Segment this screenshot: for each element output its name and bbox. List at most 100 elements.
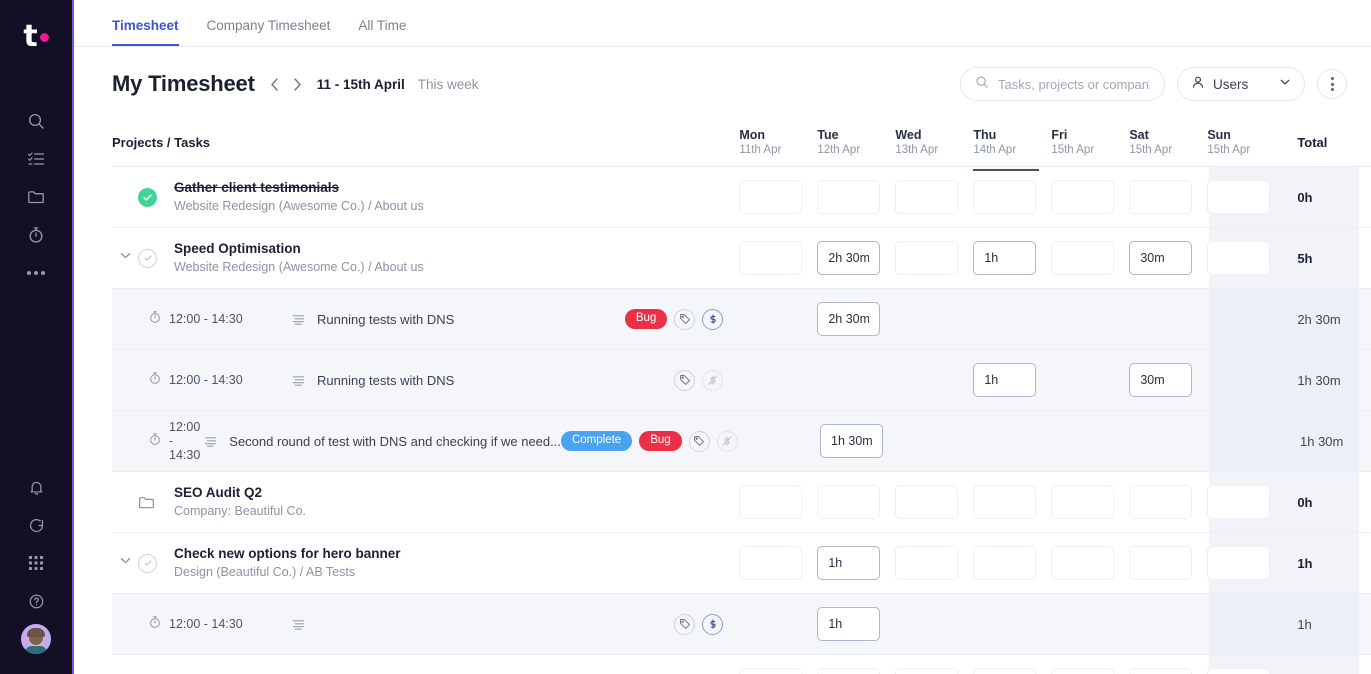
- users-dropdown[interactable]: Users: [1177, 67, 1305, 101]
- time-input[interactable]: [973, 668, 1036, 674]
- time-input[interactable]: [739, 546, 802, 580]
- description-lines-icon[interactable]: [204, 435, 217, 448]
- time-input[interactable]: [895, 241, 958, 275]
- time-input[interactable]: [817, 668, 880, 674]
- table-row[interactable]: Run monthly database clean-up: [112, 655, 1371, 674]
- prev-week-button[interactable]: [269, 77, 280, 92]
- table-row[interactable]: Gather client testimonialsWebsite Redesi…: [112, 167, 1371, 228]
- entry-time-group: 12:00 - 14:30: [148, 310, 288, 329]
- time-input[interactable]: [895, 485, 958, 519]
- time-input[interactable]: [1207, 180, 1270, 214]
- sidebar-item-search[interactable]: [0, 102, 73, 140]
- time-input[interactable]: [973, 485, 1036, 519]
- time-input[interactable]: [973, 180, 1036, 214]
- day-cell-thu: [973, 363, 1051, 397]
- time-input[interactable]: [1051, 546, 1114, 580]
- table-row[interactable]: Check new options for hero bannerDesign …: [112, 533, 1371, 594]
- row-status-slot[interactable]: [138, 249, 168, 268]
- time-input[interactable]: [739, 485, 802, 519]
- day-cell-sat: [1129, 241, 1207, 275]
- non-billable-icon[interactable]: [717, 431, 738, 452]
- time-input[interactable]: [1207, 485, 1270, 519]
- search-input[interactable]: [998, 77, 1150, 92]
- time-input[interactable]: [895, 180, 958, 214]
- sidebar-item-apps[interactable]: [0, 544, 73, 582]
- tag-icon[interactable]: [689, 431, 710, 452]
- tab-all-time[interactable]: All Time: [358, 19, 406, 47]
- time-entry-row[interactable]: 12:00 - 14:30Running tests with DNSBug2h…: [112, 289, 1371, 350]
- app-logo[interactable]: t: [0, 0, 72, 74]
- status-badge[interactable]: Complete: [561, 431, 632, 451]
- time-input[interactable]: [1129, 546, 1192, 580]
- sidebar-item-notifications[interactable]: [0, 468, 73, 506]
- billable-icon[interactable]: [702, 614, 723, 635]
- status-badge[interactable]: Bug: [625, 309, 667, 329]
- time-input[interactable]: [1129, 485, 1192, 519]
- row-title: Check new options for hero banner: [174, 546, 401, 562]
- time-input[interactable]: [739, 241, 802, 275]
- time-input[interactable]: [895, 668, 958, 674]
- tag-icon[interactable]: [674, 370, 695, 391]
- time-input[interactable]: [1051, 668, 1114, 674]
- table-row[interactable]: SEO Audit Q2Company: Beautiful Co.0h: [112, 472, 1371, 533]
- sidebar-bottom-nav: [0, 468, 73, 658]
- tab-timesheet[interactable]: Timesheet: [112, 19, 179, 47]
- sidebar-item-projects[interactable]: [0, 178, 73, 216]
- time-input[interactable]: [817, 180, 880, 214]
- description-lines-icon[interactable]: [292, 374, 305, 387]
- chevron-down-icon: [1279, 75, 1291, 93]
- time-input[interactable]: [1129, 363, 1192, 397]
- description-lines-icon[interactable]: [292, 313, 305, 326]
- sidebar-item-time[interactable]: [0, 216, 73, 254]
- more-options-button[interactable]: [1317, 69, 1347, 99]
- sidebar-item-chat[interactable]: [0, 506, 73, 544]
- time-input[interactable]: [895, 546, 958, 580]
- time-input[interactable]: [739, 668, 802, 674]
- entry-time-range: 12:00 - 14:30: [169, 420, 200, 462]
- time-input[interactable]: [1051, 485, 1114, 519]
- sidebar-item-more[interactable]: [0, 254, 73, 292]
- time-input[interactable]: [817, 241, 880, 275]
- time-input[interactable]: [1207, 241, 1270, 275]
- time-input[interactable]: [1129, 668, 1192, 674]
- row-status-slot[interactable]: [138, 188, 168, 207]
- day-cell-mon: [739, 546, 817, 580]
- sidebar-item-profile[interactable]: [0, 620, 73, 658]
- time-input[interactable]: [973, 241, 1036, 275]
- entry-badges: Complete Bug: [561, 431, 754, 452]
- next-week-button[interactable]: [292, 77, 303, 92]
- non-billable-icon[interactable]: [702, 370, 723, 391]
- day-cell-sat: [1132, 424, 1210, 458]
- tag-icon[interactable]: [674, 614, 695, 635]
- time-entry-row[interactable]: 12:00 - 14:30Running tests with DNS1h 30…: [112, 350, 1371, 411]
- table-row[interactable]: Speed OptimisationWebsite Redesign (Awes…: [112, 228, 1371, 289]
- status-badge[interactable]: Bug: [639, 431, 681, 451]
- day-cell-mon: [739, 241, 817, 275]
- time-input[interactable]: [1207, 668, 1270, 674]
- time-input[interactable]: [973, 363, 1036, 397]
- time-entry-row[interactable]: 12:00 - 14:30Second round of test with D…: [112, 411, 1371, 472]
- time-input[interactable]: [817, 485, 880, 519]
- sidebar-item-tasks[interactable]: [0, 140, 73, 178]
- tab-company-timesheet[interactable]: Company Timesheet: [207, 19, 331, 47]
- time-input[interactable]: [817, 546, 880, 580]
- time-input[interactable]: [820, 424, 883, 458]
- expand-toggle[interactable]: [112, 249, 138, 267]
- time-entry-row[interactable]: 12:00 - 14:301h: [112, 594, 1371, 655]
- time-input[interactable]: [1051, 241, 1114, 275]
- row-status-slot[interactable]: [138, 554, 168, 573]
- sidebar-item-help[interactable]: [0, 582, 73, 620]
- tag-icon[interactable]: [674, 309, 695, 330]
- time-input[interactable]: [1207, 546, 1270, 580]
- time-input[interactable]: [973, 546, 1036, 580]
- time-input[interactable]: [739, 180, 802, 214]
- time-input[interactable]: [817, 607, 880, 641]
- time-input[interactable]: [1129, 180, 1192, 214]
- time-input[interactable]: [1129, 241, 1192, 275]
- description-lines-icon[interactable]: [292, 618, 305, 631]
- search-box[interactable]: [960, 67, 1165, 101]
- expand-toggle[interactable]: [112, 554, 138, 572]
- time-input[interactable]: [1051, 180, 1114, 214]
- billable-icon[interactable]: [702, 309, 723, 330]
- time-input[interactable]: [817, 302, 880, 336]
